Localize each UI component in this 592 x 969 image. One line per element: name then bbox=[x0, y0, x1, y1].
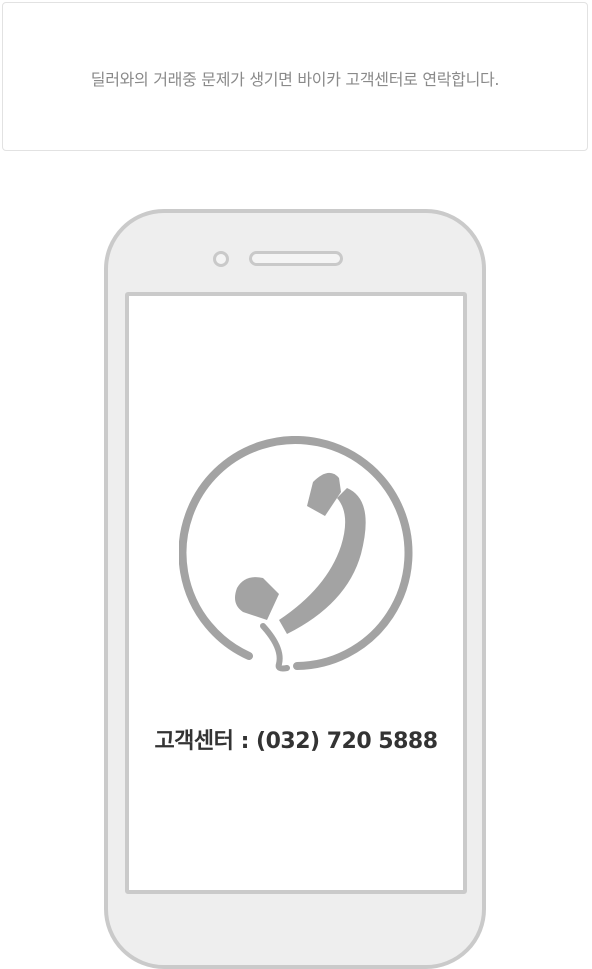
phone-cord bbox=[260, 623, 290, 672]
phone-handset-icon bbox=[179, 436, 413, 672]
phone-illustration: 고객센터 : (032) 720 5888 bbox=[104, 209, 486, 969]
customer-center-line: 고객센터 : (032) 720 5888 bbox=[129, 723, 463, 755]
label-separator: : bbox=[233, 729, 257, 754]
phone-camera bbox=[213, 251, 229, 267]
phone-ring bbox=[179, 436, 413, 670]
phone-speaker bbox=[249, 251, 343, 266]
notice-text: 딜러와의 거래중 문제가 생기면 바이카 고객센터로 연락합니다. bbox=[90, 70, 500, 89]
notice-box: 딜러와의 거래중 문제가 생기면 바이카 고객센터로 연락합니다. bbox=[2, 2, 588, 151]
customer-center-label: 고객센터 bbox=[154, 729, 234, 754]
handset bbox=[235, 472, 366, 634]
customer-center-phone[interactable]: (032) 720 5888 bbox=[256, 729, 438, 754]
phone-screen: 고객센터 : (032) 720 5888 bbox=[125, 292, 467, 894]
